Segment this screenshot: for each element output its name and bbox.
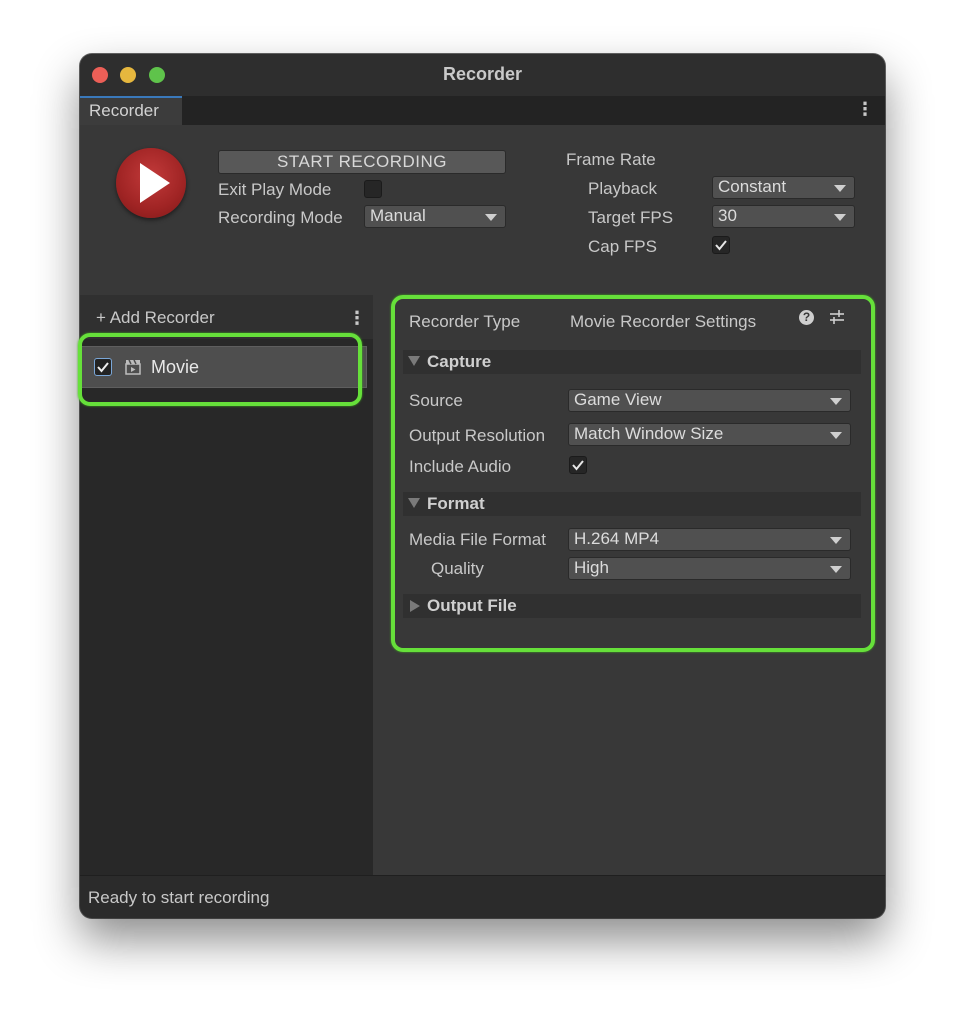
playback-value: Constant [718, 177, 787, 196]
tab-bar: Recorder [80, 96, 885, 125]
status-text: Ready to start recording [88, 888, 270, 907]
recording-mode-value: Manual [370, 206, 426, 225]
start-recording-button[interactable]: START RECORDING [218, 150, 506, 174]
highlight-recorder-list-item [78, 333, 362, 406]
target-fps-label: Target FPS [588, 208, 674, 227]
highlight-settings-panel [391, 295, 875, 652]
checkmark-icon [715, 240, 727, 251]
chevron-down-icon [834, 214, 846, 221]
playback-dropdown[interactable]: Constant [712, 176, 855, 199]
add-recorder-button[interactable]: + Add Recorder [96, 308, 215, 328]
cap-fps-checkbox[interactable] [712, 236, 730, 254]
status-bar: Ready to start recording [80, 875, 885, 918]
frame-rate-title: Frame Rate [566, 150, 656, 169]
cap-fps-label: Cap FPS [588, 237, 657, 256]
tab-recorder[interactable]: Recorder [80, 96, 182, 125]
title-bar: Recorder [80, 54, 885, 96]
chevron-down-icon [485, 214, 497, 221]
target-fps-dropdown[interactable]: 30 [712, 205, 855, 228]
recording-mode-label: Recording Mode [218, 208, 343, 227]
recording-controls: START RECORDING Exit Play Mode Recording… [80, 125, 885, 295]
recording-mode-dropdown[interactable]: Manual [364, 205, 506, 228]
playback-label: Playback [588, 179, 657, 198]
exit-play-mode-checkbox[interactable] [364, 180, 382, 198]
window-title: Recorder [442, 64, 523, 84]
chevron-down-icon [834, 185, 846, 192]
play-icon [140, 163, 170, 203]
record-play-button[interactable] [116, 148, 186, 218]
window-menu-icon[interactable]: ⋮ [856, 100, 874, 118]
recorder-list-menu-icon[interactable]: ⋮ [348, 309, 366, 327]
exit-play-mode-label: Exit Play Mode [218, 180, 332, 199]
target-fps-value: 30 [718, 206, 737, 225]
